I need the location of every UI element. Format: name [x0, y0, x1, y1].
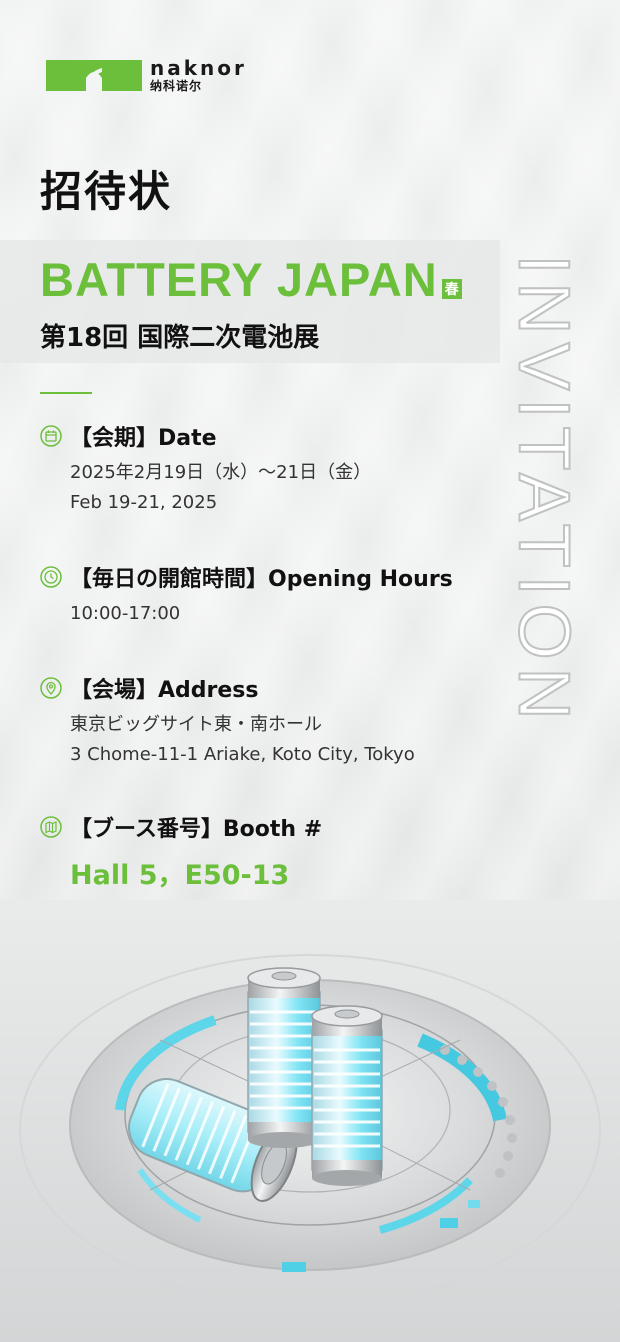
brand-name-en: naknor [150, 56, 247, 80]
map-icon [40, 816, 62, 838]
date-line-en: Feb 19-21, 2025 [70, 492, 218, 513]
info-booth: 【ブース番号】Booth # Hall 5，E50-13 [40, 811, 322, 892]
address-line-en: 3 Chome-11-1 Ariake, Koto City, Tokyo [70, 744, 415, 765]
event-name-en: BATTERY JAPAN [40, 253, 438, 306]
event-title: BATTERY JAPAN 春 [40, 256, 462, 303]
section-divider [40, 392, 92, 394]
logo-mark-icon [46, 60, 142, 91]
battery-illustration [0, 900, 620, 1342]
season-badge: 春 [441, 279, 462, 299]
info-address: 【会場】Address 東京ビッグサイト東・南ホール 3 Chome-11-1 … [40, 672, 415, 770]
date-heading: 【会期】Date [70, 426, 217, 451]
location-pin-icon [40, 677, 62, 699]
hours-line: 10:00-17:00 [70, 603, 181, 624]
clock-icon [40, 566, 62, 588]
date-line-jp: 2025年2月19日（水）～21日（金） [70, 462, 372, 483]
booth-number: Hall 5，E50-13 [70, 860, 290, 891]
booth-heading: 【ブース番号】Booth # [70, 817, 323, 842]
info-date: 【会期】Date 2025年2月19日（水）～21日（金） Feb 19-21,… [40, 420, 371, 518]
brand-name-cn: 纳科诺尔 [150, 79, 203, 93]
address-heading: 【会場】Address [70, 678, 259, 703]
calendar-icon [40, 425, 62, 447]
event-name-jp: 第18回 国際二次電池展 [40, 323, 320, 353]
hours-heading: 【毎日の開館時間】Opening Hours [70, 567, 453, 592]
invitation-vertical-text: INVITATION [503, 253, 585, 728]
address-line-jp: 東京ビッグサイト東・南ホール [70, 714, 322, 735]
page-title: 招待状 [40, 167, 173, 216]
info-hours: 【毎日の開館時間】Opening Hours 10:00-17:00 [40, 561, 453, 629]
brand-logo: naknor 纳科诺尔 [46, 56, 247, 93]
